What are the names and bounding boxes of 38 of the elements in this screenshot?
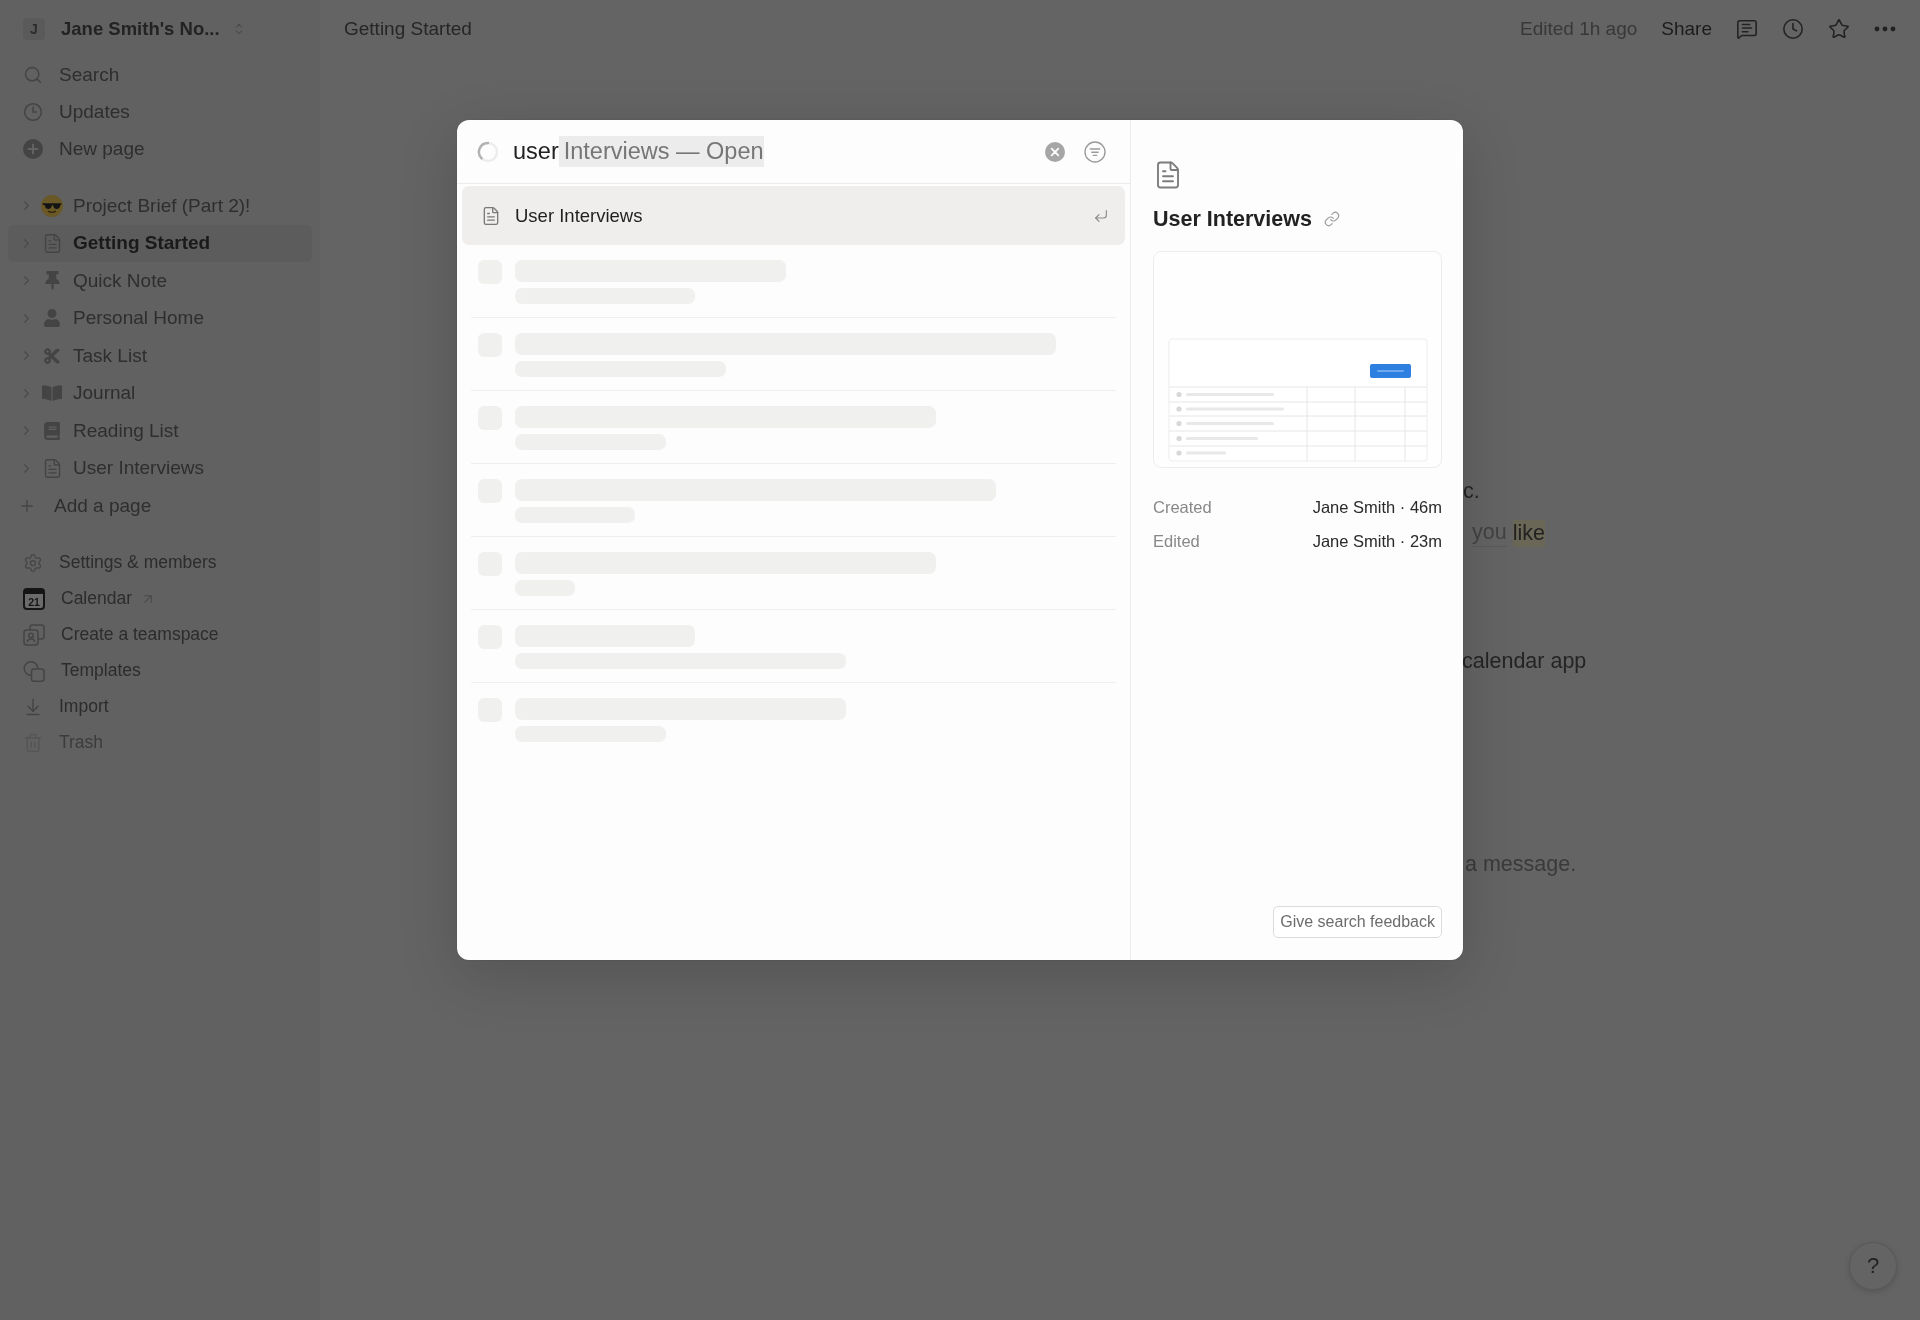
calendar-icon: 21 <box>23 587 45 610</box>
sunglasses-emoji-icon <box>41 194 63 217</box>
search-icon <box>23 64 43 85</box>
scissors-icon <box>43 346 61 365</box>
person-icon <box>43 309 61 328</box>
page-text: calendar app <box>1462 647 1587 675</box>
breadcrumb[interactable]: Getting Started <box>344 18 472 40</box>
comment-icon[interactable] <box>1736 18 1758 40</box>
link-icon[interactable] <box>1323 211 1340 227</box>
book-icon <box>43 421 61 440</box>
clock-icon <box>23 101 43 122</box>
feedback-button[interactable]: Give search feedback <box>1273 906 1442 938</box>
filter-icon[interactable] <box>1084 140 1106 163</box>
meta-value: Jane Smith · 23m <box>1312 531 1442 551</box>
person-cards-icon <box>23 623 45 646</box>
star-icon[interactable] <box>1828 18 1850 40</box>
open-book-icon <box>42 383 62 404</box>
meta-value: Jane Smith · 46m <box>1312 497 1442 517</box>
search-input[interactable]: user Interviews — Open <box>513 136 1045 167</box>
plus-circle-icon <box>23 138 43 159</box>
help-button[interactable]: ? <box>1849 1242 1897 1290</box>
page-title: User Interviews <box>1153 206 1312 233</box>
document-icon <box>481 205 501 226</box>
clear-icon[interactable] <box>1045 141 1065 162</box>
clock-icon[interactable] <box>1782 18 1804 40</box>
sidebar-page-item[interactable]: Getting Started <box>8 224 312 262</box>
page-text: c. <box>1463 477 1480 505</box>
meta-label: Edited <box>1153 531 1200 551</box>
meta-label: Created <box>1153 497 1212 517</box>
more-icon[interactable] <box>1874 26 1896 32</box>
search-result[interactable]: User Interviews <box>462 186 1125 245</box>
autocomplete-suggestion: Interviews — Open <box>558 136 764 167</box>
share-button[interactable]: Share <box>1661 18 1712 40</box>
gear-icon <box>23 552 43 573</box>
page-text: like <box>1512 519 1545 547</box>
enter-key-icon <box>1093 207 1109 224</box>
overlapping-shapes-icon <box>23 659 45 682</box>
download-icon <box>23 696 43 717</box>
